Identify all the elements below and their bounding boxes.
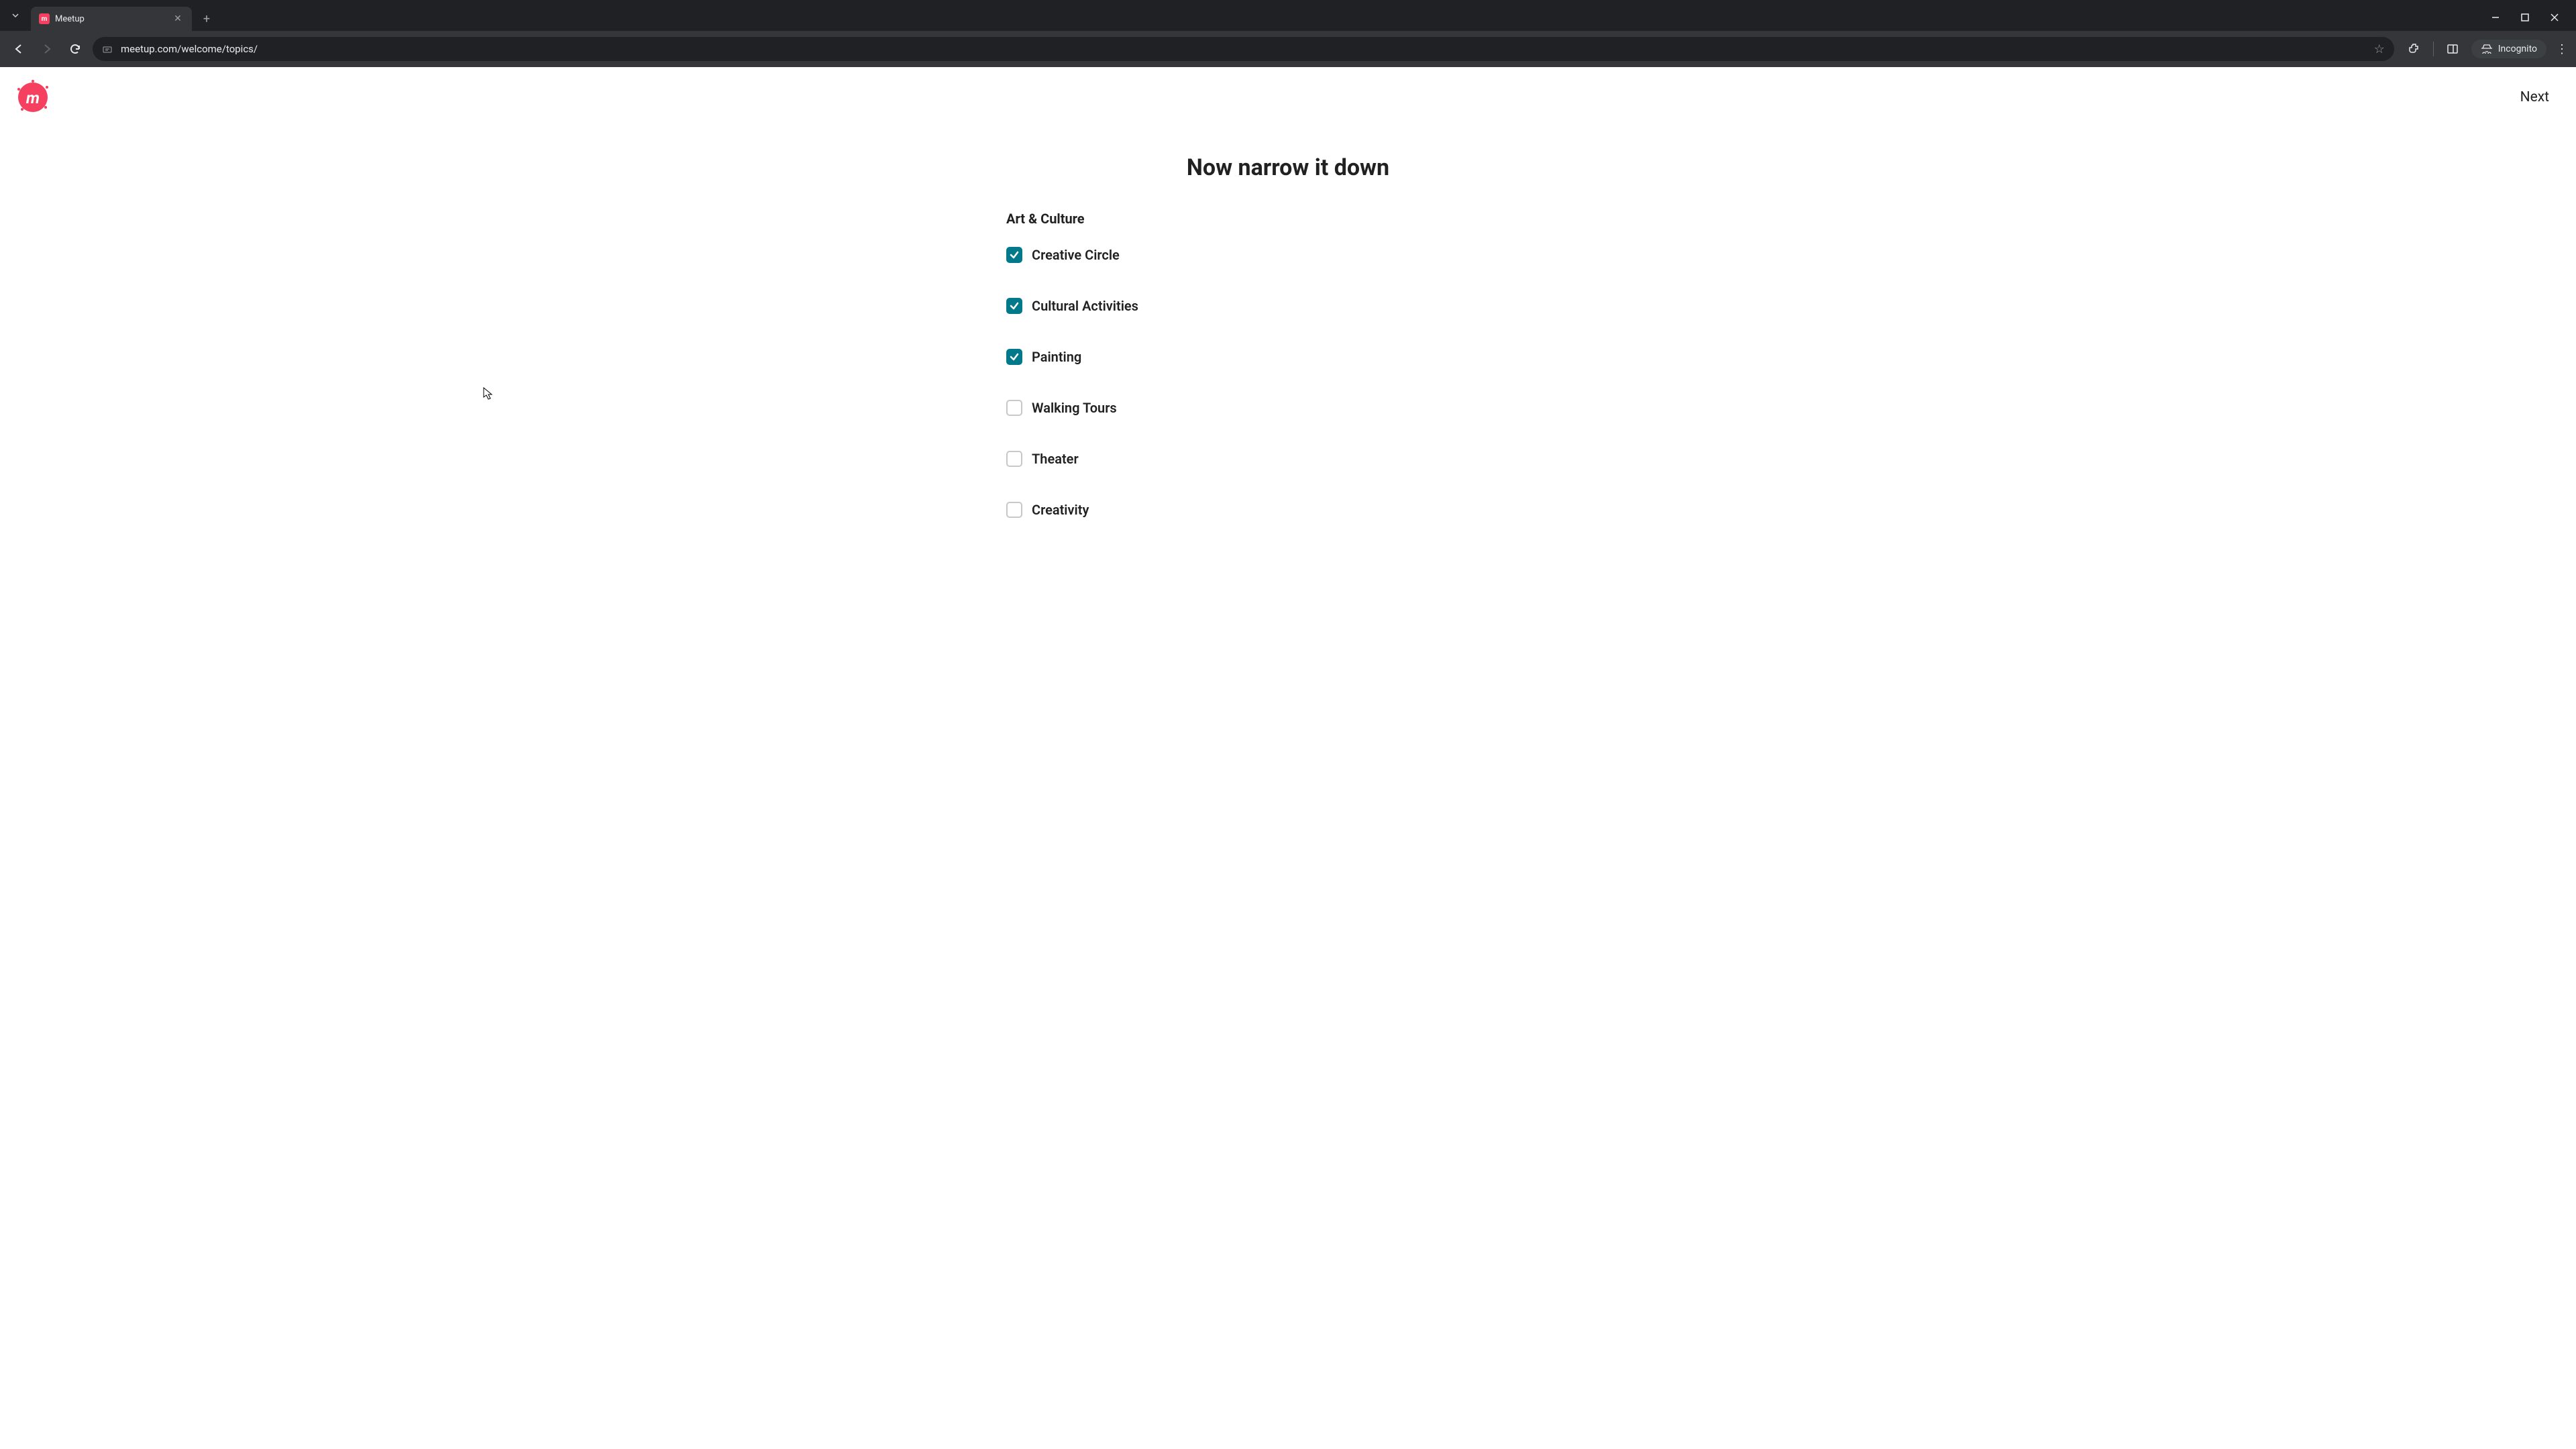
- tab-search-dropdown[interactable]: [5, 5, 25, 25]
- meetup-favicon-icon: m: [39, 13, 50, 24]
- check-icon: [1009, 352, 1020, 362]
- extensions-icon[interactable]: [2405, 40, 2424, 58]
- topic-label: Walking Tours: [1032, 400, 1117, 416]
- topic-item[interactable]: Cultural Activities: [1006, 298, 1516, 314]
- incognito-label: Incognito: [2498, 44, 2537, 54]
- browser-menu-button[interactable]: ⋮: [2556, 42, 2568, 56]
- window-controls: [2487, 13, 2576, 21]
- topic-label: Cultural Activities: [1032, 298, 1138, 314]
- forward-button[interactable]: [36, 38, 58, 60]
- topic-item[interactable]: Painting: [1006, 349, 1516, 365]
- close-tab-button[interactable]: ✕: [172, 13, 184, 25]
- tab-title: Meetup: [55, 14, 166, 24]
- browser-chrome: m Meetup ✕ + meetup.com/welcome/topics/ …: [0, 0, 2576, 67]
- category-title: Art & Culture: [1006, 211, 1516, 227]
- page-content: m Next Now narrow it down Art & Culture …: [0, 67, 2576, 1449]
- meetup-logo[interactable]: m: [13, 79, 50, 115]
- incognito-icon: [2481, 44, 2493, 54]
- maximize-button[interactable]: [2517, 13, 2533, 21]
- browser-toolbar: meetup.com/welcome/topics/ ☆ Incognito ⋮: [0, 31, 2576, 67]
- topic-checkbox[interactable]: [1006, 298, 1022, 314]
- address-bar[interactable]: meetup.com/welcome/topics/ ☆: [93, 37, 2394, 61]
- topic-item[interactable]: Creativity: [1006, 502, 1516, 518]
- page-heading: Now narrow it down: [1060, 154, 1516, 181]
- close-window-button[interactable]: [2546, 13, 2563, 21]
- check-icon: [1009, 301, 1020, 311]
- arrow-left-icon: [13, 43, 25, 55]
- topic-checkbox[interactable]: [1006, 247, 1022, 263]
- topic-item[interactable]: Theater: [1006, 451, 1516, 467]
- topic-label: Creativity: [1032, 502, 1089, 518]
- reload-icon: [69, 43, 81, 55]
- new-tab-button[interactable]: +: [197, 9, 216, 28]
- topic-checkbox[interactable]: [1006, 400, 1022, 416]
- chevron-down-icon: [11, 11, 19, 19]
- toolbar-divider: [2433, 42, 2434, 56]
- browser-tab[interactable]: m Meetup ✕: [31, 7, 192, 31]
- topic-checkbox[interactable]: [1006, 502, 1022, 518]
- main-content: Now narrow it down Art & Culture Creativ…: [1046, 154, 1529, 518]
- url-text: meetup.com/welcome/topics/: [121, 43, 2366, 55]
- svg-text:m: m: [26, 89, 40, 107]
- arrow-right-icon: [41, 43, 53, 55]
- site-info-icon[interactable]: [102, 44, 113, 54]
- check-icon: [1009, 250, 1020, 260]
- topic-label: Theater: [1032, 451, 1079, 467]
- reload-button[interactable]: [64, 38, 86, 60]
- mouse-cursor: [483, 387, 494, 403]
- tab-bar: m Meetup ✕ +: [0, 0, 2576, 31]
- topic-checkbox[interactable]: [1006, 349, 1022, 365]
- topics-list: Creative Circle Cultural Activities Painti…: [1006, 247, 1516, 518]
- next-button[interactable]: Next: [2520, 89, 2549, 105]
- topic-label: Creative Circle: [1032, 247, 1120, 263]
- incognito-badge[interactable]: Incognito: [2471, 40, 2546, 58]
- toolbar-right: Incognito ⋮: [2401, 40, 2568, 58]
- meetup-logo-icon: m: [13, 79, 52, 115]
- minimize-button[interactable]: [2487, 13, 2504, 21]
- topic-label: Painting: [1032, 349, 1081, 365]
- topic-item[interactable]: Walking Tours: [1006, 400, 1516, 416]
- page-header: m Next: [0, 67, 2576, 127]
- topic-checkbox[interactable]: [1006, 451, 1022, 467]
- sidepanel-icon[interactable]: [2443, 40, 2462, 58]
- bookmark-star-icon[interactable]: ☆: [2374, 42, 2385, 56]
- topic-item[interactable]: Creative Circle: [1006, 247, 1516, 263]
- back-button[interactable]: [8, 38, 30, 60]
